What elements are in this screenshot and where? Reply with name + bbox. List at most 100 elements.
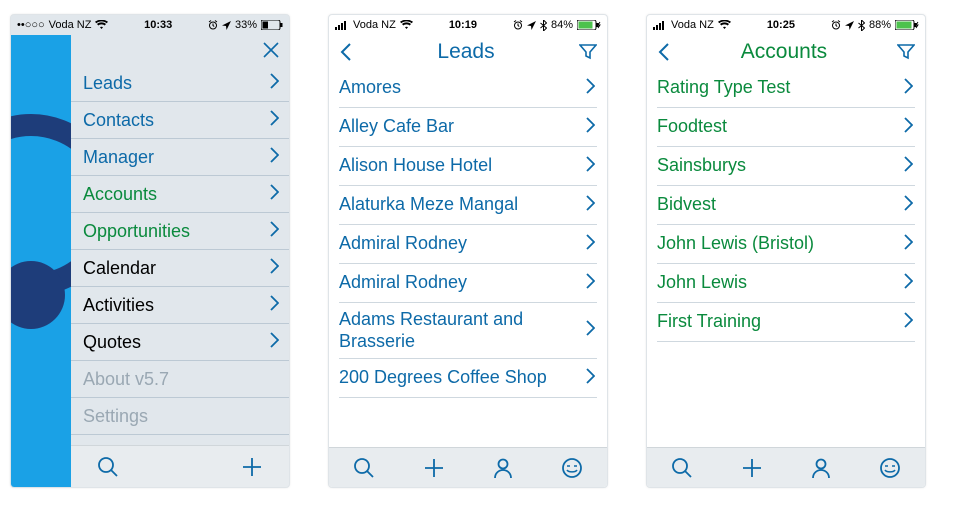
wifi-icon <box>95 20 108 30</box>
menu-item-label: About v5.7 <box>83 369 169 390</box>
chevron-right-icon <box>903 117 913 138</box>
chevron-right-icon <box>903 156 913 177</box>
list-row[interactable]: Alley Cafe Bar <box>339 108 597 147</box>
menu-item-label: Settings <box>83 406 148 427</box>
chevron-right-icon <box>269 73 279 94</box>
chevron-right-icon <box>269 295 279 316</box>
bluetooth-icon <box>858 20 865 31</box>
page-title: Leads <box>437 40 494 64</box>
list-row[interactable]: Alaturka Meze Mangal <box>339 186 597 225</box>
chevron-right-icon <box>269 147 279 168</box>
list-row[interactable]: Sainsburys <box>657 147 915 186</box>
alarm-icon <box>831 20 841 30</box>
menu-item-manager[interactable]: Manager <box>71 139 289 176</box>
list-row[interactable]: Admiral Rodney <box>339 264 597 303</box>
add-icon[interactable] <box>741 457 763 479</box>
add-icon[interactable] <box>423 457 445 479</box>
menu-item-contacts[interactable]: Contacts <box>71 102 289 139</box>
filter-icon[interactable] <box>579 44 597 60</box>
nav-bar: Accounts <box>647 35 925 69</box>
chevron-right-icon <box>269 258 279 279</box>
chevron-right-icon <box>903 312 913 333</box>
menu-item-calendar[interactable]: Calendar <box>71 250 289 287</box>
list-row[interactable]: 200 Degrees Coffee Shop <box>339 359 597 398</box>
menu-item-activities[interactable]: Activities <box>71 287 289 324</box>
list-row[interactable]: Bidvest <box>657 186 915 225</box>
nav-bar: Leads <box>329 35 607 69</box>
menu-item-label: Manager <box>83 147 154 168</box>
carrier-label: Voda NZ <box>671 19 714 31</box>
alarm-icon <box>513 20 523 30</box>
menu-item-label: Accounts <box>83 184 157 205</box>
search-icon[interactable] <box>353 457 375 479</box>
phone-menu: ••○○○ Voda NZ 10:33 33% LeadsContactsMan… <box>10 14 290 488</box>
chevron-right-icon <box>903 234 913 255</box>
close-icon[interactable] <box>261 40 281 60</box>
list-row[interactable]: Alison House Hotel <box>339 147 597 186</box>
back-icon[interactable] <box>339 42 353 62</box>
chevron-right-icon <box>585 234 595 255</box>
chevron-right-icon <box>585 117 595 138</box>
list-row-label: Alison House Hotel <box>339 155 502 177</box>
menu-item-settings[interactable]: Settings <box>71 398 289 435</box>
phone-leads: Voda NZ 10:19 84% Leads Amores Alley Cafe… <box>328 14 608 488</box>
signal-dots-icon: ••○○○ <box>17 19 45 31</box>
chevron-right-icon <box>269 221 279 242</box>
bluetooth-icon <box>540 20 547 31</box>
list-row[interactable]: John Lewis (Bristol) <box>657 225 915 264</box>
list-row-label: Alaturka Meze Mangal <box>339 194 528 216</box>
search-icon[interactable] <box>671 457 693 479</box>
search-icon[interactable] <box>97 456 119 478</box>
list-row[interactable]: Amores <box>339 69 597 108</box>
menu-item-about-v5-7[interactable]: About v5.7 <box>71 361 289 398</box>
clock: 10:25 <box>767 19 795 31</box>
wifi-icon <box>400 20 413 30</box>
location-icon <box>222 21 231 30</box>
alarm-icon <box>208 20 218 30</box>
menu-item-label: Activities <box>83 295 154 316</box>
list-row[interactable]: John Lewis <box>657 264 915 303</box>
battery-percent: 84% <box>551 19 573 31</box>
battery-charging-icon <box>577 20 601 30</box>
chevron-right-icon <box>585 78 595 99</box>
list-row-label: Admiral Rodney <box>339 233 477 255</box>
phone-accounts: Voda NZ 10:25 88% Accounts Rating Type T… <box>646 14 926 488</box>
chevron-right-icon <box>269 184 279 205</box>
clock: 10:33 <box>144 19 172 31</box>
carrier-label: Voda NZ <box>353 19 396 31</box>
battery-percent: 88% <box>869 19 891 31</box>
filter-icon[interactable] <box>897 44 915 60</box>
list-row[interactable]: Admiral Rodney <box>339 225 597 264</box>
back-icon[interactable] <box>657 42 671 62</box>
menu-item-label: Opportunities <box>83 221 190 242</box>
menu-item-accounts[interactable]: Accounts <box>71 176 289 213</box>
person-icon[interactable] <box>811 457 831 479</box>
battery-icon <box>261 20 283 30</box>
status-bar: Voda NZ 10:25 88% <box>647 15 925 35</box>
list-row-label: Alley Cafe Bar <box>339 116 464 138</box>
menu-item-label: Calendar <box>83 258 156 279</box>
menu-item-opportunities[interactable]: Opportunities <box>71 213 289 250</box>
chevron-right-icon <box>585 156 595 177</box>
chevron-right-icon <box>585 320 595 341</box>
signal-bars-icon <box>335 20 349 30</box>
smiley-icon[interactable] <box>561 457 583 479</box>
smiley-icon[interactable] <box>879 457 901 479</box>
clock: 10:19 <box>449 19 477 31</box>
menu-item-leads[interactable]: Leads <box>71 65 289 102</box>
list-row[interactable]: First Training <box>657 303 915 342</box>
person-icon[interactable] <box>493 457 513 479</box>
menu-item-quotes[interactable]: Quotes <box>71 324 289 361</box>
list-row-label: Amores <box>339 77 411 99</box>
list-row[interactable]: Adams Restaurant and Brasserie <box>339 303 597 359</box>
list-row-label: 200 Degrees Coffee Shop <box>339 367 557 389</box>
menu-item-label: Leads <box>83 73 132 94</box>
side-drawer: Leads Contacts Manager Accounts Opportunitie… <box>71 35 289 487</box>
list-row[interactable]: Rating Type Test <box>657 69 915 108</box>
add-icon[interactable] <box>241 456 263 478</box>
list-row[interactable]: Foodtest <box>657 108 915 147</box>
menu-item-label: Quotes <box>83 332 141 353</box>
location-icon <box>845 21 854 30</box>
page-title: Accounts <box>741 40 827 64</box>
chevron-right-icon <box>585 195 595 216</box>
